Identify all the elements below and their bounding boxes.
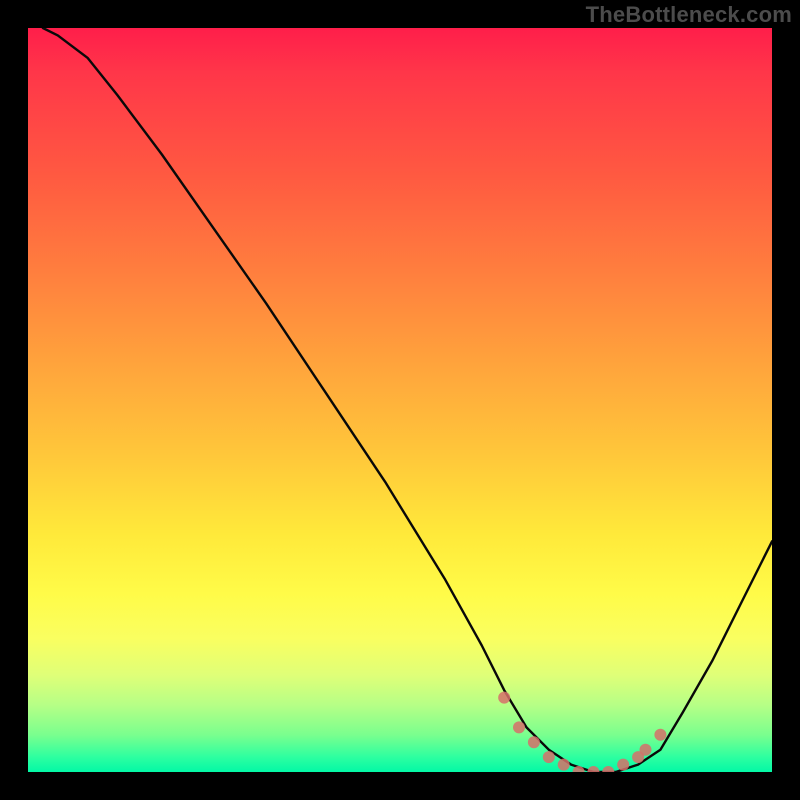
marker-dot bbox=[617, 759, 629, 771]
marker-dot bbox=[528, 736, 540, 748]
marker-dot bbox=[543, 751, 555, 763]
marker-group bbox=[498, 692, 666, 772]
marker-dot bbox=[498, 692, 510, 704]
plot-inner bbox=[28, 28, 772, 772]
marker-dot bbox=[587, 766, 599, 772]
plot-area bbox=[28, 28, 772, 772]
marker-dot bbox=[602, 766, 614, 772]
marker-dot bbox=[654, 729, 666, 741]
line-chart-svg bbox=[28, 28, 772, 772]
watermark-text: TheBottleneck.com bbox=[586, 2, 792, 28]
marker-dot bbox=[558, 759, 570, 771]
chart-frame: TheBottleneck.com bbox=[0, 0, 800, 800]
bottleneck-curve-path bbox=[43, 28, 772, 772]
marker-dot bbox=[640, 744, 652, 756]
marker-dot bbox=[513, 721, 525, 733]
